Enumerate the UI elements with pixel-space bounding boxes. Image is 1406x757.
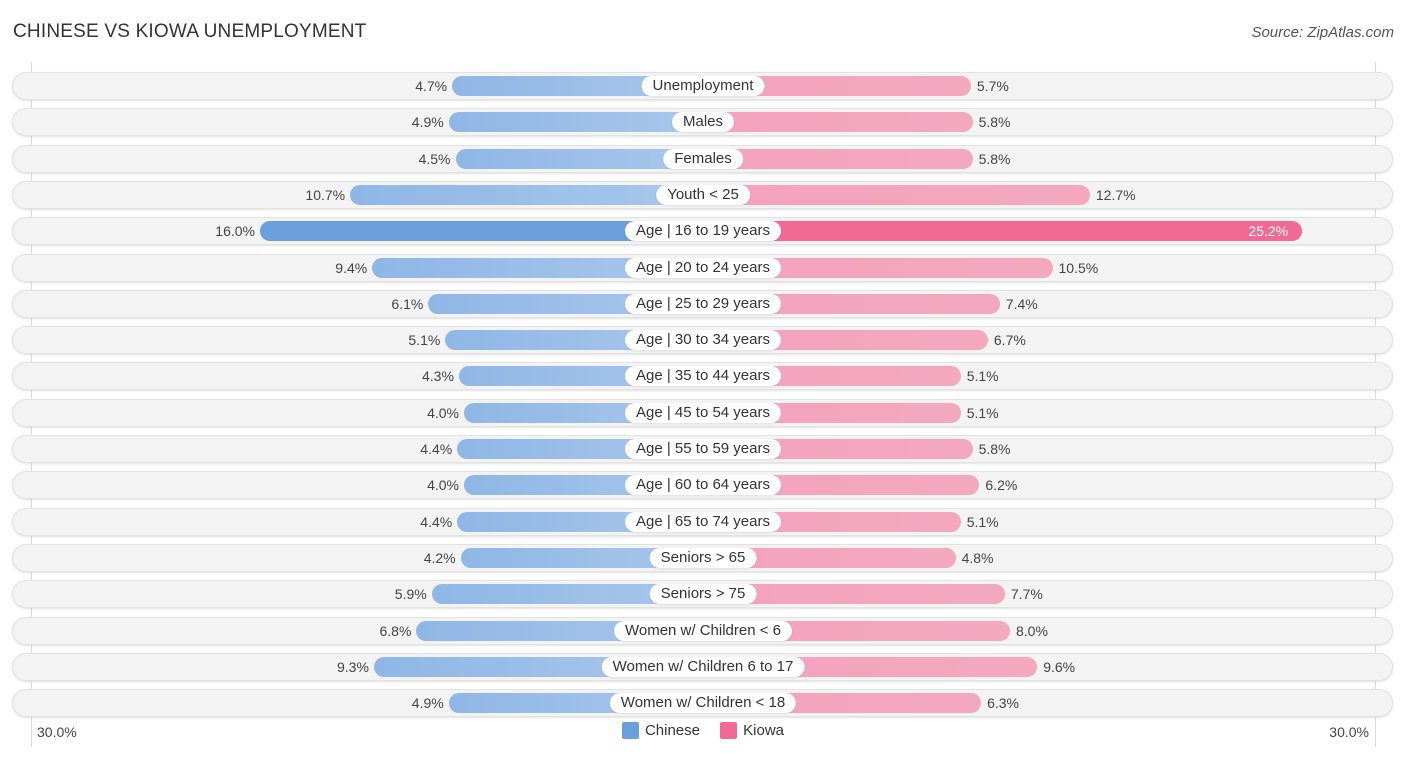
category-label: Age | 25 to 29 years [625, 293, 781, 314]
category-label: Youth < 25 [656, 184, 750, 205]
value-label-chinese: 5.1% [408, 332, 441, 349]
value-label-chinese: 4.4% [420, 441, 453, 457]
value-label-kiowa: 10.5% [1058, 259, 1099, 276]
kiowa-swatch [720, 722, 738, 739]
bar-kiowa[interactable] [703, 184, 1090, 205]
value-label-chinese: 9.4% [335, 259, 368, 276]
value-label-kiowa: 4.8% [961, 549, 994, 566]
value-label-chinese: 4.9% [411, 695, 444, 712]
category-label: Women w/ Children < 18 [609, 693, 797, 714]
chart-row: 4.5% 5.8% Females [12, 144, 1393, 173]
chart-row: 5.1% 6.7% Age | 30 to 34 years [12, 326, 1393, 355]
chart-row: 16.0% 25.2% Age | 16 to 19 years [12, 217, 1393, 246]
category-label: Unemployment [641, 76, 765, 96]
chart-row: 4.3% 5.1% Age | 35 to 44 years [12, 362, 1393, 391]
legend-item-kiowa[interactable]: Kiowa [720, 722, 784, 739]
value-label-chinese: 10.7% [305, 186, 346, 203]
value-label-chinese: 4.0% [427, 404, 459, 421]
value-label-chinese: 9.3% [336, 658, 369, 675]
value-label-chinese: 6.8% [379, 622, 412, 639]
value-label-kiowa: 8.0% [1016, 622, 1048, 639]
value-label-kiowa: 12.7% [1095, 186, 1136, 203]
value-label-kiowa: 6.7% [993, 332, 1026, 349]
chart-row: 4.9% 6.3% Women w/ Children < 18 [12, 689, 1393, 718]
value-label-kiowa: 5.8% [978, 150, 1011, 167]
chart-row: 4.9% 5.8% Males [12, 108, 1393, 137]
value-label-kiowa: 5.1% [966, 368, 999, 385]
value-label-chinese: 4.5% [418, 150, 451, 167]
value-label-chinese: 4.3% [421, 368, 454, 385]
value-label-chinese: 4.0% [427, 477, 459, 494]
value-label-kiowa: 9.6% [1043, 658, 1076, 675]
bar-kiowa[interactable] [703, 148, 973, 169]
bar-kiowa[interactable] [703, 112, 973, 133]
legend-label-chinese: Chinese [644, 722, 700, 739]
category-label: Age | 30 to 34 years [625, 330, 781, 351]
chart-row: 4.0% 5.1% Age | 45 to 54 years [12, 398, 1393, 427]
value-label-kiowa: 6.2% [985, 477, 1018, 494]
chart-row: 5.9% 7.7% Seniors > 75 [12, 580, 1393, 609]
value-label-chinese: 5.9% [394, 586, 427, 603]
value-label-kiowa: 5.1% [966, 404, 999, 421]
category-label: Age | 55 to 59 years [625, 439, 781, 459]
value-label-chinese: 4.9% [411, 114, 444, 131]
value-label-kiowa: 5.7% [976, 78, 1009, 94]
value-label-chinese: 4.4% [420, 513, 453, 530]
category-label: Age | 60 to 64 years [625, 475, 781, 496]
chart-row: 9.4% 10.5% Age | 20 to 24 years [12, 253, 1393, 282]
bar-chinese[interactable] [350, 184, 703, 205]
legend-label-kiowa: Kiowa [743, 722, 785, 739]
chart-row: 6.1% 7.4% Age | 25 to 29 years [12, 289, 1393, 318]
chart-row: 4.4% 5.8% Age | 55 to 59 years [12, 435, 1393, 463]
category-label: Age | 16 to 19 years [625, 221, 781, 242]
category-label: Age | 35 to 44 years [625, 366, 781, 387]
value-label-chinese: 4.7% [415, 78, 448, 94]
legend: Chinese Kiowa [0, 722, 1406, 743]
value-label-kiowa: 7.4% [1005, 295, 1038, 312]
chinese-swatch [621, 722, 639, 739]
chart-row: 9.3% 9.6% Women w/ Children 6 to 17 [12, 652, 1393, 681]
chart-title: CHINESE VS KIOWA UNEMPLOYMENT [13, 21, 367, 42]
value-label-kiowa: 6.3% [987, 695, 1020, 712]
category-label: Age | 20 to 24 years [625, 257, 781, 278]
category-label: Seniors > 65 [649, 547, 757, 568]
category-label: Women w/ Children 6 to 17 [601, 656, 805, 677]
category-label: Age | 45 to 54 years [625, 402, 781, 423]
chart-row: 6.8% 8.0% Women w/ Children < 6 [12, 616, 1393, 645]
legend-item-chinese[interactable]: Chinese [621, 722, 700, 739]
value-label-kiowa: 25.2% [1248, 223, 1289, 240]
value-label-chinese: 16.0% [215, 223, 255, 240]
value-label-chinese: 4.2% [423, 549, 456, 566]
chart-row: 4.4% 5.1% Age | 65 to 74 years [12, 507, 1393, 536]
chart-row: 4.2% 4.8% Seniors > 65 [12, 543, 1393, 572]
value-label-kiowa: 5.8% [978, 114, 1011, 131]
category-label: Females [663, 148, 743, 169]
bar-chinese[interactable] [448, 112, 703, 133]
chart-row: 4.0% 6.2% Age | 60 to 64 years [12, 471, 1393, 500]
category-label: Women w/ Children < 6 [613, 620, 793, 641]
chart-row: 4.7% 5.7% Unemployment [12, 72, 1393, 100]
value-label-chinese: 6.1% [391, 295, 424, 312]
category-label: Seniors > 75 [649, 584, 757, 605]
category-label: Males [671, 112, 735, 133]
source-label: Source: ZipAtlas.com [1251, 24, 1394, 41]
value-label-kiowa: 7.7% [1010, 586, 1043, 603]
chart-row: 10.7% 12.7% Youth < 25 [12, 180, 1393, 209]
bar-kiowa[interactable] [703, 221, 1303, 242]
value-label-kiowa: 5.8% [978, 441, 1011, 457]
category-label: Age | 65 to 74 years [625, 511, 781, 532]
value-label-kiowa: 5.1% [966, 513, 999, 530]
